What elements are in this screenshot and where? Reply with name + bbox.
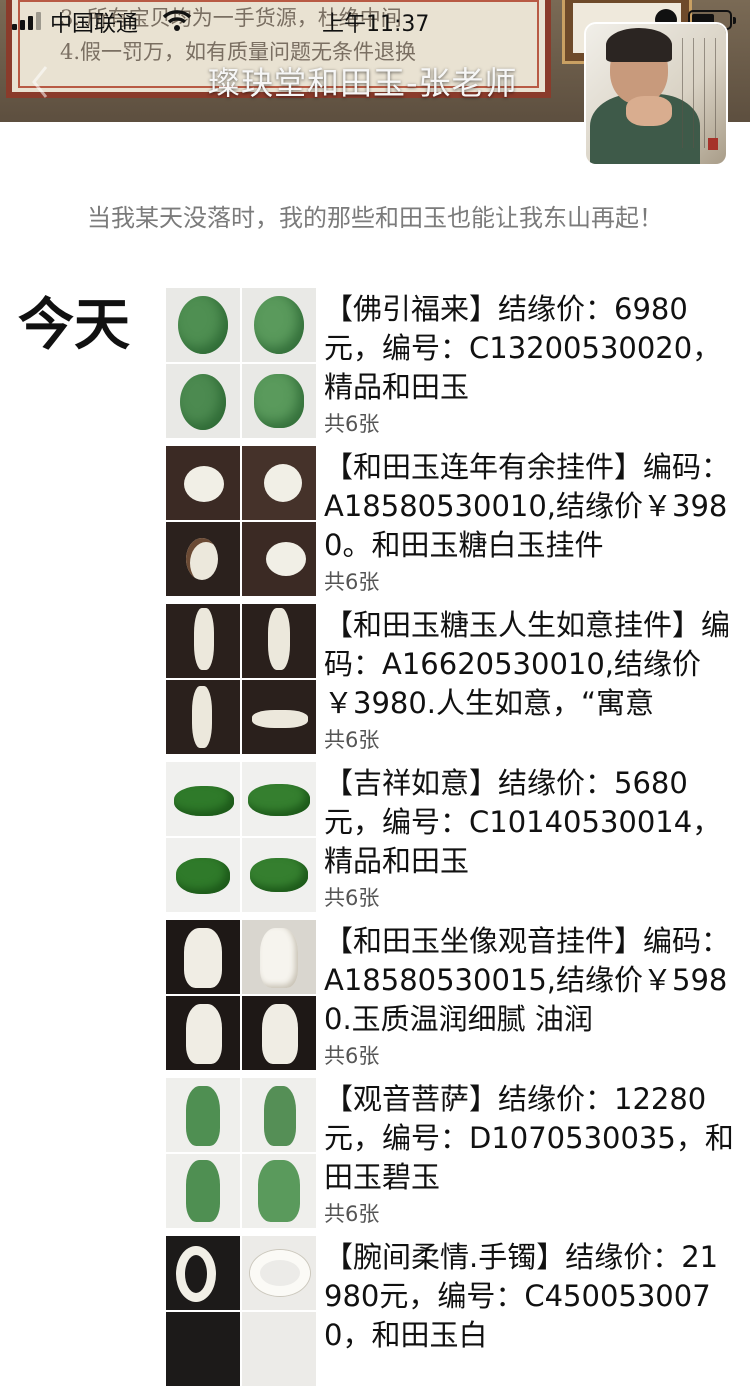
photo-count: 共6张 [324, 886, 380, 910]
moment-post[interactable]: 【吉祥如意】结缘价：5680元，编号：C10140530014，精品和田玉 共6… [166, 762, 736, 914]
post-text: 【和田玉坐像观音挂件】编码：A18580530015,结缘价￥5980.玉质温润… [324, 924, 731, 1036]
post-text: 【吉祥如意】结缘价：5680元，编号：C10140530014，精品和田玉 [324, 766, 722, 878]
photo-thumbnail[interactable] [242, 1312, 316, 1386]
carrier-name: 中国联通 [50, 12, 139, 37]
avatar[interactable] [586, 24, 726, 164]
photo-thumbnail[interactable] [166, 604, 240, 678]
status-time: 上午11:37 [322, 12, 430, 37]
photo-count: 共6张 [324, 1044, 380, 1068]
moment-post[interactable]: 【腕间柔情.手镯】结缘价：21980元，编号：C4500530070，和田玉白 [166, 1236, 736, 1388]
photo-thumbnail[interactable] [242, 680, 316, 754]
photo-thumbnail[interactable] [166, 1312, 240, 1386]
photo-grid[interactable] [166, 604, 316, 754]
photo-thumbnail[interactable] [166, 680, 240, 754]
post-text: 【和田玉连年有余挂件】编码：A18580530010,结缘价￥3980。和田玉糖… [324, 450, 731, 562]
photo-grid[interactable] [166, 446, 316, 596]
photo-thumbnail[interactable] [242, 838, 316, 912]
photo-thumbnail[interactable] [166, 522, 240, 596]
photo-thumbnail[interactable] [242, 604, 316, 678]
photo-thumbnail[interactable] [242, 1154, 316, 1228]
photo-thumbnail[interactable] [166, 364, 240, 438]
photo-thumbnail[interactable] [166, 762, 240, 836]
photo-count: 共6张 [324, 412, 380, 436]
photo-thumbnail[interactable] [242, 1236, 316, 1310]
moment-post[interactable]: 【佛引福来】结缘价：6980元，编号：C13200530020，精品和田玉 共6… [166, 288, 736, 440]
photo-grid[interactable] [166, 1078, 316, 1228]
post-text: 【佛引福来】结缘价：6980元，编号：C13200530020，精品和田玉 [324, 292, 722, 404]
date-label: 今天 [18, 293, 130, 358]
photo-thumbnail[interactable] [166, 920, 240, 994]
profile-signature: 当我某天没落时，我的那些和田玉也能让我东山再起！ [87, 204, 663, 232]
photo-grid[interactable] [166, 1236, 316, 1386]
moment-post[interactable]: 【和田玉连年有余挂件】编码：A18580530010,结缘价￥3980。和田玉糖… [166, 446, 736, 598]
photo-grid[interactable] [166, 920, 316, 1070]
photo-thumbnail[interactable] [242, 446, 316, 520]
photo-thumbnail[interactable] [166, 1154, 240, 1228]
photo-thumbnail[interactable] [242, 762, 316, 836]
photo-thumbnail[interactable] [242, 920, 316, 994]
photo-thumbnail[interactable] [242, 522, 316, 596]
post-text: 【腕间柔情.手镯】结缘价：21980元，编号：C4500530070，和田玉白 [324, 1240, 719, 1352]
photo-thumbnail[interactable] [166, 288, 240, 362]
photo-count: 共6张 [324, 728, 380, 752]
photo-grid[interactable] [166, 288, 316, 438]
photo-thumbnail[interactable] [166, 446, 240, 520]
wifi-icon [162, 10, 192, 31]
photo-thumbnail[interactable] [166, 996, 240, 1070]
moment-post[interactable]: 【和田玉坐像观音挂件】编码：A18580530015,结缘价￥5980.玉质温润… [166, 920, 736, 1072]
photo-thumbnail[interactable] [242, 1078, 316, 1152]
photo-thumbnail[interactable] [166, 1236, 240, 1310]
photo-count: 共6张 [324, 1202, 380, 1226]
photo-thumbnail[interactable] [242, 996, 316, 1070]
photo-grid[interactable] [166, 762, 316, 912]
photo-thumbnail[interactable] [242, 288, 316, 362]
photo-thumbnail[interactable] [166, 838, 240, 912]
moment-post[interactable]: 【观音菩萨】结缘价：12280元，编号：D1070530035，和田玉碧玉 共6… [166, 1078, 736, 1230]
photo-thumbnail[interactable] [242, 364, 316, 438]
post-text: 【和田玉糖玉人生如意挂件】编码：A16620530010,结缘价￥3980.人生… [324, 608, 731, 720]
moment-post[interactable]: 【和田玉糖玉人生如意挂件】编码：A16620530010,结缘价￥3980.人生… [166, 604, 736, 756]
photo-thumbnail[interactable] [166, 1078, 240, 1152]
signal-icon [12, 12, 42, 30]
back-chevron-icon[interactable] [30, 64, 50, 100]
post-text: 【观音菩萨】结缘价：12280元，编号：D1070530035，和田玉碧玉 [324, 1082, 734, 1194]
profile-name: 璨玦堂和田玉-张老师 [208, 64, 518, 102]
photo-count: 共6张 [324, 570, 380, 594]
